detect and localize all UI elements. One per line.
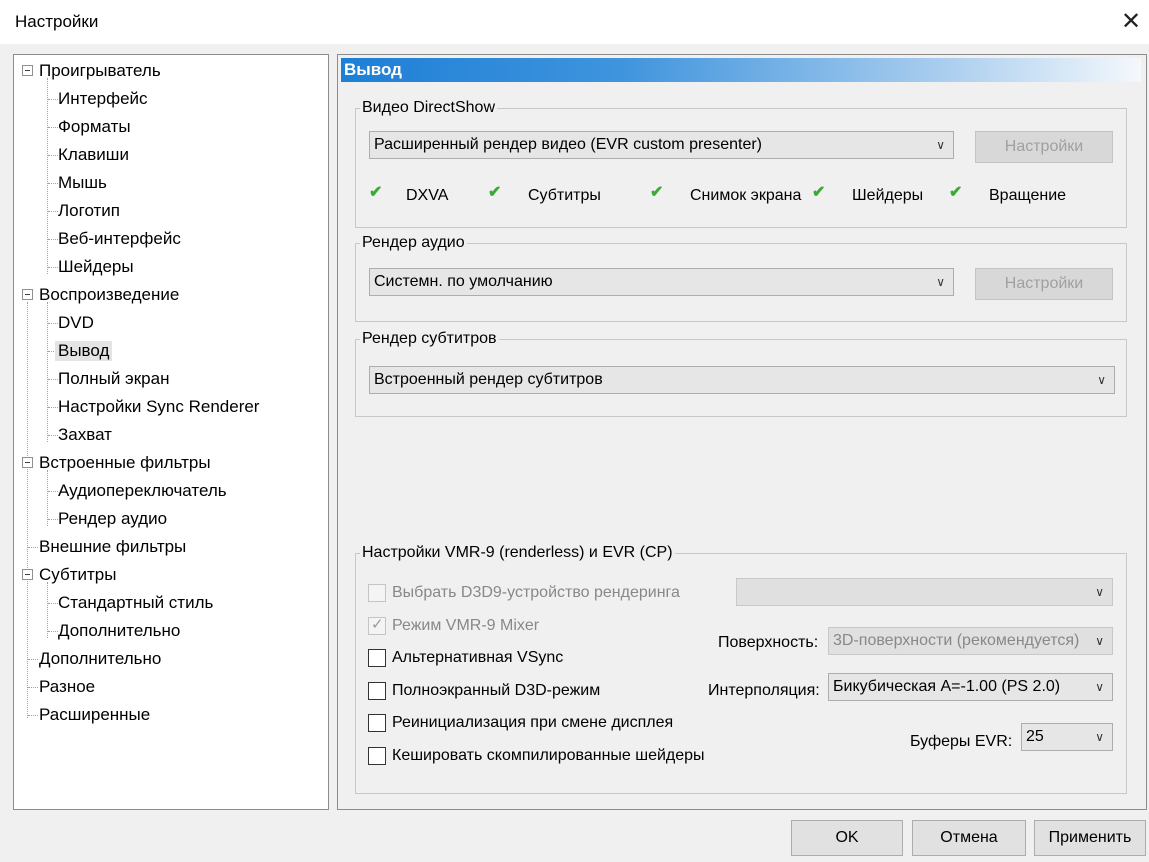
check-icon: ✔ xyxy=(369,184,383,201)
tree-item-interface[interactable]: Интерфейс xyxy=(58,89,148,109)
panel-title: Вывод xyxy=(344,60,402,79)
check-icon: ✔ xyxy=(488,184,502,201)
subtitle-renderer-value: Встроенный рендер субтитров xyxy=(374,371,603,388)
chevron-down-icon: ∨ xyxy=(1095,680,1104,694)
reinit-checkbox[interactable] xyxy=(368,714,386,732)
chevron-down-icon: ∨ xyxy=(1097,373,1106,387)
tree-item-internal-filters[interactable]: Встроенные фильтры xyxy=(39,453,211,473)
audio-group-legend: Рендер аудио xyxy=(362,234,465,251)
tree-connector xyxy=(47,582,48,638)
feature-dxva: DXVA xyxy=(406,187,449,204)
tree-item-capture[interactable]: Захват xyxy=(58,425,112,445)
tree-item-player[interactable]: Проигрыватель xyxy=(39,61,161,81)
tree-connector xyxy=(27,302,28,718)
close-icon[interactable]: ✕ xyxy=(1117,6,1145,38)
reinit-label: Реинициализация при смене дисплея xyxy=(392,714,674,731)
feature-screenshot: Снимок экрана xyxy=(690,187,802,204)
feature-shaders: Шейдеры xyxy=(852,187,924,204)
video-group-legend: Видео DirectShow xyxy=(362,99,495,116)
collapse-icon[interactable] xyxy=(22,289,33,300)
audio-settings-button[interactable]: Настройки xyxy=(975,268,1113,300)
cache-shaders-label: Кешировать скомпилированные шейдеры xyxy=(392,747,705,764)
tree-item-audio-switcher[interactable]: Аудиопереключатель xyxy=(58,481,227,501)
vmr-group-legend: Настройки VMR-9 (renderless) и EVR (CP) xyxy=(362,544,673,561)
tree-item-misc[interactable]: Разное xyxy=(39,677,95,697)
tree-item-web-interface[interactable]: Веб-интерфейс xyxy=(58,229,181,249)
subtitle-renderer-select[interactable]: Встроенный рендер субтитров ∨ xyxy=(369,366,1115,394)
chevron-down-icon: ∨ xyxy=(936,275,945,289)
alt-vsync-checkbox[interactable] xyxy=(368,649,386,667)
apply-button[interactable]: Применить xyxy=(1034,820,1146,856)
tree-item-external-filters[interactable]: Внешние фильтры xyxy=(39,537,186,557)
cache-shaders-checkbox[interactable] xyxy=(368,747,386,765)
settings-tree[interactable]: Проигрыватель Интерфейс Форматы Клавиши … xyxy=(13,54,329,810)
tree-item-subtitles-misc[interactable]: Дополнительно xyxy=(58,621,180,641)
select-device-checkbox[interactable] xyxy=(368,584,386,602)
window-title: Настройки xyxy=(15,12,99,31)
fullscreen-d3d-label: Полноэкранный D3D-режим xyxy=(392,682,601,699)
tree-item-fullscreen[interactable]: Полный экран xyxy=(58,369,169,389)
tree-item-extended[interactable]: Расширенные xyxy=(39,705,150,725)
tree-item-dvd[interactable]: DVD xyxy=(58,313,94,333)
surface-label: Поверхность: xyxy=(718,634,819,651)
chevron-down-icon: ∨ xyxy=(1095,730,1104,744)
feature-subtitles: Субтитры xyxy=(528,187,601,204)
check-icon: ✔ xyxy=(949,184,963,201)
interpolation-select-value: Бикубическая A=-1.00 (PS 2.0) xyxy=(833,678,1061,695)
select-device-label: Выбрать D3D9-устройство рендеринга xyxy=(392,584,680,601)
cancel-button[interactable]: Отмена xyxy=(912,820,1026,856)
check-icon: ✔ xyxy=(650,184,664,201)
evr-buffers-select[interactable]: 25 ∨ xyxy=(1021,723,1113,751)
fullscreen-d3d-checkbox[interactable] xyxy=(368,682,386,700)
collapse-icon[interactable] xyxy=(22,569,33,580)
checkmark-icon: ✓ xyxy=(371,616,384,633)
alt-vsync-label: Альтернативная VSync xyxy=(392,649,564,666)
video-renderer-select[interactable]: Расширенный рендер видео (EVR custom pre… xyxy=(369,131,954,159)
surface-select[interactable]: 3D-поверхности (рекомендуется) ∨ xyxy=(828,627,1113,655)
tree-item-output[interactable]: Вывод xyxy=(55,341,113,361)
device-select[interactable]: ∨ xyxy=(736,578,1113,606)
title-bar xyxy=(0,0,1149,44)
ok-button[interactable]: OK xyxy=(791,820,903,856)
tree-item-shaders[interactable]: Шейдеры xyxy=(58,257,134,277)
chevron-down-icon: ∨ xyxy=(1095,585,1104,599)
feature-rotation: Вращение xyxy=(989,187,1067,204)
tree-item-keys[interactable]: Клавиши xyxy=(58,145,129,165)
video-group: Видео DirectShow xyxy=(355,99,1127,228)
tree-item-default-style[interactable]: Стандартный стиль xyxy=(58,593,213,613)
tree-item-mouse[interactable]: Мышь xyxy=(58,173,107,193)
mixer-label: Режим VMR-9 Mixer xyxy=(392,617,540,634)
video-settings-button[interactable]: Настройки xyxy=(975,131,1113,163)
evr-buffers-label: Буферы EVR: xyxy=(910,733,1013,750)
tree-item-audio-renderer[interactable]: Рендер аудио xyxy=(58,509,167,529)
tree-item-subtitles[interactable]: Субтитры xyxy=(39,565,116,585)
collapse-icon[interactable] xyxy=(22,457,33,468)
chevron-down-icon: ∨ xyxy=(936,138,945,152)
tree-item-logo[interactable]: Логотип xyxy=(58,201,120,221)
chevron-down-icon: ∨ xyxy=(1095,634,1104,648)
tree-item-formats[interactable]: Форматы xyxy=(58,117,131,137)
subtitle-group-legend: Рендер субтитров xyxy=(362,330,497,347)
interpolation-label: Интерполяция: xyxy=(708,682,820,699)
tree-item-sync-renderer[interactable]: Настройки Sync Renderer xyxy=(58,397,259,417)
video-renderer-value: Расширенный рендер видео (EVR custom pre… xyxy=(374,136,762,153)
tree-item-playback[interactable]: Воспроизведение xyxy=(39,285,179,305)
panel-header xyxy=(341,58,1141,82)
audio-renderer-value: Системн. по умолчанию xyxy=(374,273,553,290)
tree-connector xyxy=(47,78,48,274)
check-icon: ✔ xyxy=(812,184,826,201)
surface-select-value: 3D-поверхности (рекомендуется) xyxy=(833,632,1080,649)
interpolation-select[interactable]: Бикубическая A=-1.00 (PS 2.0) ∨ xyxy=(828,673,1113,701)
mixer-checkbox[interactable]: ✓ xyxy=(368,616,386,635)
evr-buffers-value: 25 xyxy=(1026,728,1044,745)
tree-connector xyxy=(47,470,48,526)
tree-item-advanced[interactable]: Дополнительно xyxy=(39,649,161,669)
collapse-icon[interactable] xyxy=(22,65,33,76)
audio-renderer-select[interactable]: Системн. по умолчанию ∨ xyxy=(369,268,954,296)
